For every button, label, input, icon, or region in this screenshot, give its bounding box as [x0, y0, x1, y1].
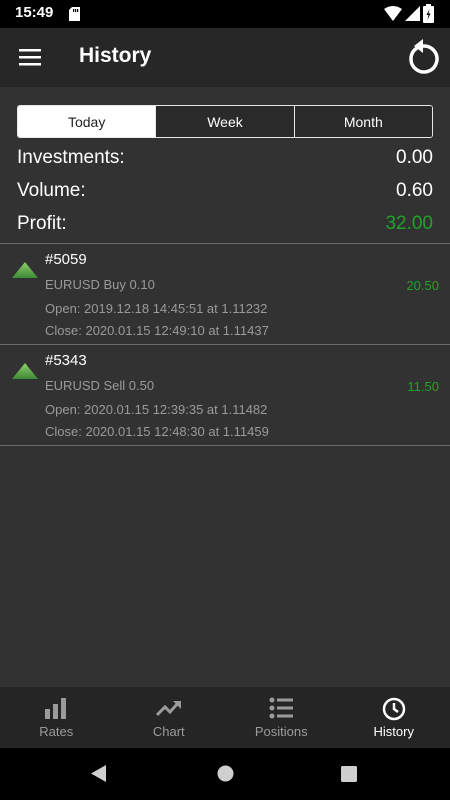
trade-profit: 20.50 — [406, 278, 439, 293]
hamburger-menu-icon[interactable] — [19, 47, 43, 67]
triangle-up-icon — [12, 262, 38, 278]
status-bar: 15:49 — [0, 0, 450, 28]
trade-row[interactable]: #5059 EURUSD Buy 0.10 20.50 Open: 2019.1… — [0, 244, 450, 344]
bar-chart-icon — [45, 698, 67, 719]
summary-investments: Investments: 0.00 — [17, 147, 433, 177]
nav-item-rates[interactable]: Rates — [0, 687, 113, 748]
profit-value: 32.00 — [385, 213, 433, 234]
list-icon — [269, 697, 294, 719]
status-time: 15:49 — [15, 4, 54, 21]
back-icon[interactable] — [90, 764, 108, 783]
cell-signal-icon — [405, 6, 420, 21]
trade-id: #5343 — [45, 352, 87, 369]
trade-open: Open: 2019.12.18 14:45:51 at 1.11232 — [45, 301, 268, 316]
tab-month[interactable]: Month — [293, 106, 432, 137]
nav-label-chart: Chart — [152, 724, 185, 739]
tab-today[interactable]: Today — [18, 106, 156, 137]
trade-close: Close: 2020.01.15 12:49:10 at 1.11437 — [45, 323, 269, 338]
sd-card-icon — [69, 7, 80, 21]
trade-row[interactable]: #5343 EURUSD Sell 0.50 11.50 Open: 2020.… — [0, 345, 450, 445]
nav-label-history: History — [373, 724, 414, 739]
nav-label-rates: Rates — [39, 724, 74, 739]
wifi-icon — [384, 6, 402, 21]
summary-profit: Profit: 32.00 — [17, 213, 433, 243]
system-navigation-bar — [0, 748, 450, 800]
trade-id: #5059 — [45, 251, 87, 268]
investments-value: 0.00 — [396, 147, 433, 168]
volume-value: 0.60 — [396, 180, 433, 201]
trade-close: Close: 2020.01.15 12:48:30 at 1.11459 — [45, 424, 269, 439]
refresh-icon[interactable] — [406, 38, 440, 76]
nav-label-positions: Positions — [254, 724, 308, 739]
app-bar: History — [0, 28, 450, 87]
trade-profit: 11.50 — [407, 379, 439, 394]
volume-label: Volume: — [17, 180, 86, 201]
triangle-up-icon — [12, 363, 38, 379]
nav-item-history[interactable]: History — [338, 687, 450, 748]
battery-icon — [423, 4, 434, 23]
profit-label: Profit: — [17, 213, 67, 234]
trade-instrument: EURUSD Buy 0.10 — [45, 277, 155, 292]
investments-label: Investments: — [17, 147, 125, 168]
trending-up-icon — [155, 700, 181, 717]
nav-item-chart[interactable]: Chart — [113, 687, 226, 748]
bottom-navigation: Rates Chart Positions History — [0, 687, 450, 748]
page-title: History — [79, 44, 152, 67]
home-icon[interactable] — [217, 765, 234, 782]
nav-item-positions[interactable]: Positions — [225, 687, 338, 748]
trade-open: Open: 2020.01.15 12:39:35 at 1.11482 — [45, 402, 268, 417]
period-tabs: Today Week Month — [17, 105, 433, 138]
divider — [0, 445, 450, 446]
tab-week[interactable]: Week — [155, 106, 294, 137]
summary-volume: Volume: 0.60 — [17, 180, 433, 210]
trade-instrument: EURUSD Sell 0.50 — [45, 378, 155, 393]
recent-apps-icon[interactable] — [341, 766, 357, 782]
clock-icon — [382, 697, 405, 721]
